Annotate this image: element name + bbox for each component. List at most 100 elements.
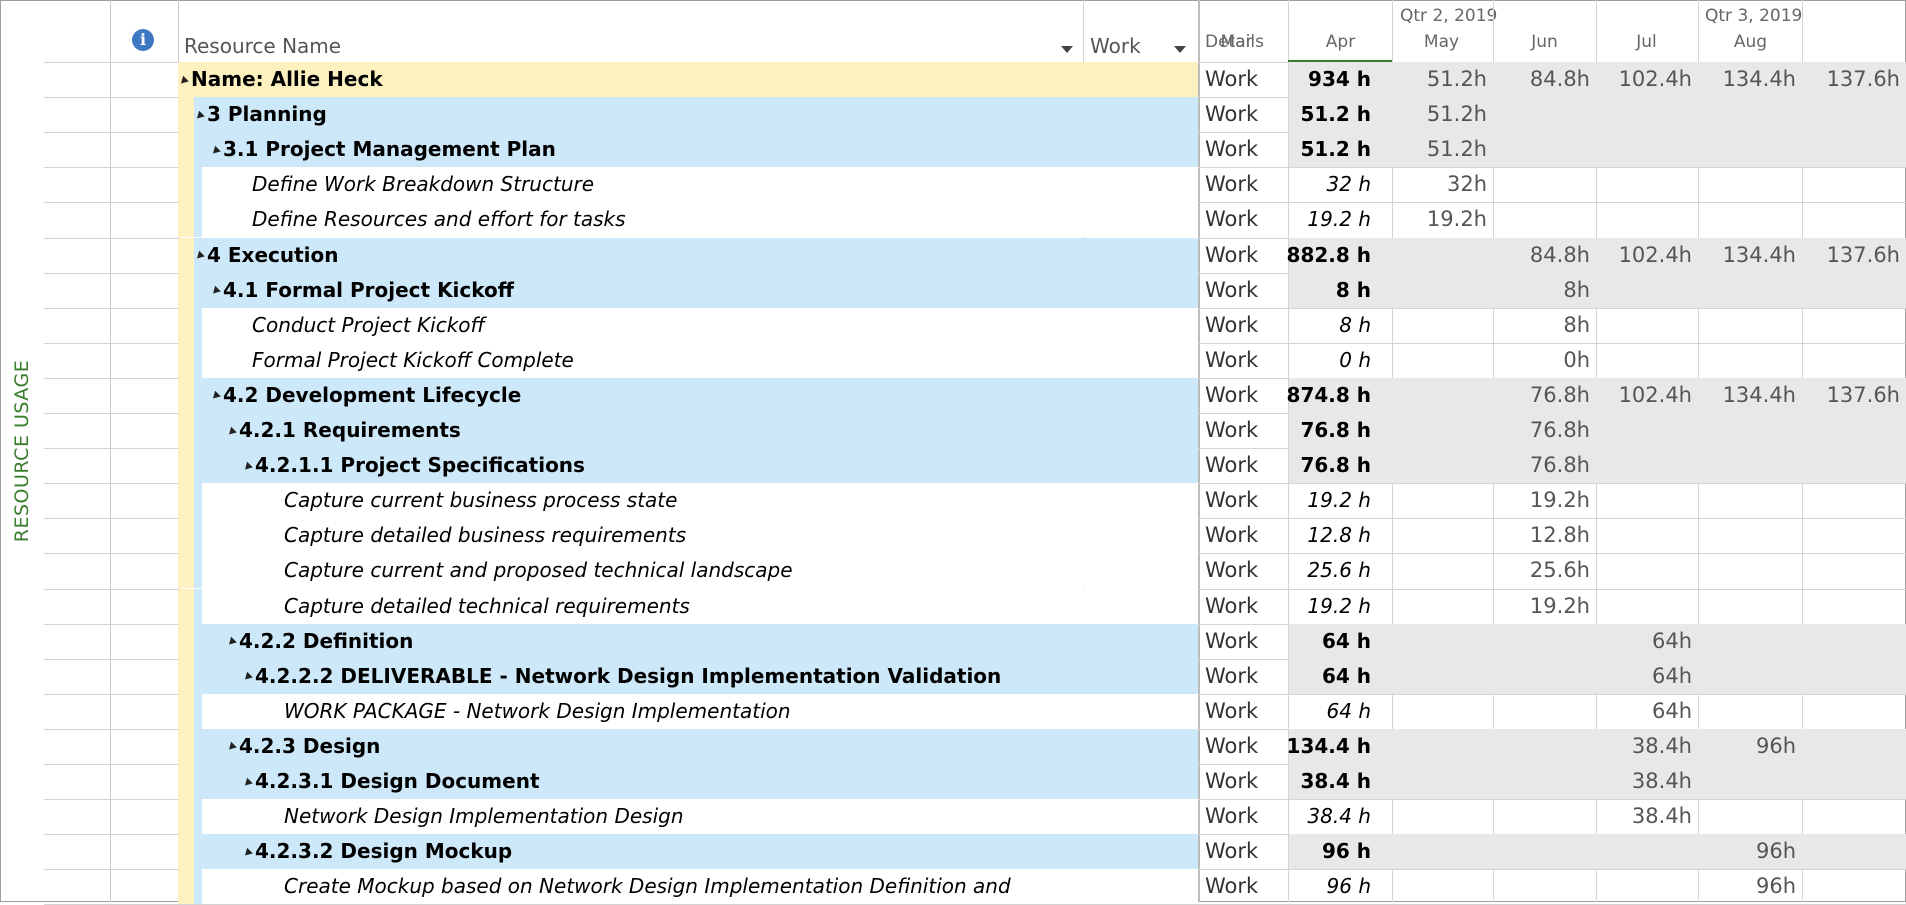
month-header-jul: Jul (1636, 32, 1657, 52)
timephased-value[interactable]: 19.2h (1397, 202, 1487, 236)
timephased-value[interactable]: 51.2h (1397, 132, 1487, 166)
info-icon[interactable]: i (132, 29, 154, 51)
collapse-toggle-icon[interactable] (210, 391, 221, 402)
timephased-value[interactable]: 64h (1602, 624, 1692, 658)
row-name-text: Capture detailed technical requirements (284, 593, 690, 618)
task-row[interactable]: Formal Project Kickoff Complete 0 h (178, 343, 1906, 377)
collapse-toggle-icon[interactable] (194, 110, 205, 121)
task-row[interactable]: Conduct Project Kickoff 8 h (178, 308, 1906, 342)
row-name: Define Work Breakdown Structure (252, 167, 594, 201)
indicators-column (110, 0, 179, 902)
timephased-value[interactable]: 64h (1602, 694, 1692, 728)
task-row[interactable]: Capture current business process state 19… (178, 483, 1906, 517)
quarter-label: Qtr 2, 2019 (1400, 6, 1498, 26)
row-name: WORK PACKAGE - Network Design Implementa… (284, 694, 791, 728)
row-name-text: 4.2.1 Requirements (239, 418, 461, 442)
timephased-value[interactable]: 64h (1602, 659, 1692, 693)
column-header-resource-name[interactable]: Resource Name (184, 34, 341, 58)
timephased-value[interactable]: 38.4h (1602, 764, 1692, 798)
view-label: RESOURCE USAGE (11, 359, 34, 543)
timephased-value[interactable]: 102.4h (1602, 238, 1692, 272)
collapse-toggle-icon[interactable] (178, 75, 189, 86)
timephased-value[interactable]: 38.4h (1602, 729, 1692, 763)
timephased-value[interactable]: 84.8h (1500, 238, 1590, 272)
summary-task-row[interactable]: 4.2.3.2 Design Mockup 96 h (178, 834, 1906, 868)
resource-name-filter-icon[interactable] (1061, 46, 1073, 53)
collapse-toggle-icon[interactable] (242, 777, 253, 788)
timephased-value[interactable]: 51.2h (1397, 97, 1487, 131)
summary-task-row[interactable]: 3.1 Project Management Plan 51.2 h (178, 132, 1906, 166)
month-header-apr: Apr (1325, 32, 1356, 52)
collapse-toggle-icon[interactable] (210, 145, 221, 156)
timephased-value[interactable]: 12.8h (1500, 518, 1590, 552)
row-work: 0 h (1339, 347, 1371, 372)
summary-task-row[interactable]: 4.2.1 Requirements 76.8 h (178, 413, 1906, 447)
month-header-jun: Jun (1531, 32, 1558, 52)
timephased-value[interactable]: 76.8h (1500, 413, 1590, 447)
collapse-toggle-icon[interactable] (226, 636, 237, 648)
timephased-value[interactable]: 137.6h (1810, 378, 1900, 412)
summary-task-row[interactable]: 3 Planning 51.2 h (178, 97, 1906, 131)
task-row[interactable]: Define Resources and effort for tasks 19.… (178, 202, 1906, 236)
row-work: 96 h (1321, 839, 1371, 864)
summary-task-row[interactable]: 4.1 Formal Project Kickoff 8 h (178, 273, 1906, 307)
timephased-value[interactable]: 25.6h (1500, 553, 1590, 587)
timephased-value[interactable]: 76.8h (1500, 378, 1590, 412)
timephased-value[interactable]: 38.4h (1602, 799, 1692, 833)
task-row[interactable]: Capture detailed technical requirements 1… (178, 589, 1906, 623)
timephased-value[interactable]: 137.6h (1810, 238, 1900, 272)
month-header-may: May (1423, 32, 1460, 52)
details-cell: Work (1205, 242, 1259, 267)
details-cell: Work (1205, 418, 1259, 442)
timephased-value[interactable]: 102.4h (1602, 62, 1692, 96)
timephased-value[interactable]: 8h (1500, 308, 1590, 342)
task-row[interactable]: Define Work Breakdown Structure 32 h (178, 167, 1906, 201)
row-name: 3.1 Project Management Plan (210, 132, 556, 166)
details-cell: Work (1205, 102, 1259, 127)
column-header-work[interactable]: Work (1090, 34, 1141, 58)
task-row[interactable]: Create Mockup based on Network Design Im… (178, 869, 1906, 903)
timephased-value[interactable]: 51.2h (1397, 62, 1487, 96)
timephased-value[interactable]: 134.4h (1706, 378, 1796, 412)
timephased-value[interactable]: 8h (1500, 273, 1590, 307)
task-row[interactable]: Capture current and proposed technical l… (178, 553, 1906, 587)
collapse-toggle-icon[interactable] (226, 742, 237, 753)
row-name-text: Capture detailed business requirements (284, 523, 687, 548)
month-header-mar: Mar (1220, 32, 1253, 52)
timephased-value[interactable]: 19.2h (1500, 483, 1590, 517)
row-name-text: 4 Execution (207, 242, 339, 267)
task-row[interactable]: Capture detailed business requirements 12… (178, 518, 1906, 552)
collapse-toggle-icon[interactable] (242, 671, 253, 683)
timephased-value[interactable]: 76.8h (1500, 448, 1590, 482)
timephased-value[interactable]: 96h (1706, 729, 1796, 763)
timephased-value[interactable]: 134.4h (1706, 238, 1796, 272)
row-name: Capture detailed business requirements (284, 518, 686, 552)
timephased-value[interactable]: 96h (1706, 834, 1796, 868)
timephased-value[interactable]: 19.2h (1500, 589, 1590, 623)
timephased-value[interactable]: 134.4h (1706, 62, 1796, 96)
timephased-value[interactable]: 32h (1397, 167, 1487, 201)
timephased-value[interactable]: 137.6h (1810, 62, 1900, 96)
row-name: 4.2.2.2 DELIVERABLE - Network Design Imp… (242, 659, 1001, 693)
collapse-toggle-icon[interactable] (242, 847, 253, 858)
details-cell: Work (1205, 769, 1259, 793)
row-name-text: 4.2.1.1 Project Specifications (255, 453, 585, 478)
timephased-value[interactable]: 0h (1500, 343, 1590, 377)
row-work: 76.8 h (1300, 418, 1371, 442)
details-cell: Work (1205, 698, 1259, 723)
timephased-value[interactable]: 102.4h (1602, 378, 1692, 412)
timephased-value[interactable]: 84.8h (1500, 62, 1590, 96)
row-work: 38.4 h (1307, 804, 1371, 829)
row-work: 76.8 h (1300, 453, 1371, 478)
collapse-toggle-icon[interactable] (226, 426, 237, 437)
details-cell: Work (1205, 172, 1259, 197)
row-name: 4.2.1 Requirements (226, 413, 461, 447)
row-name: 3 Planning (194, 97, 327, 131)
collapse-toggle-icon[interactable] (242, 461, 253, 472)
summary-task-row[interactable]: 4.2.1.1 Project Specifications 76.8 h (178, 448, 1906, 482)
collapse-toggle-icon[interactable] (194, 250, 205, 262)
row-name-text: 4.2.3.2 Design Mockup (255, 839, 513, 864)
collapse-toggle-icon[interactable] (210, 285, 221, 297)
timephased-value[interactable]: 96h (1706, 869, 1796, 903)
view-label-bar[interactable]: RESOURCE USAGE (10, 0, 34, 902)
